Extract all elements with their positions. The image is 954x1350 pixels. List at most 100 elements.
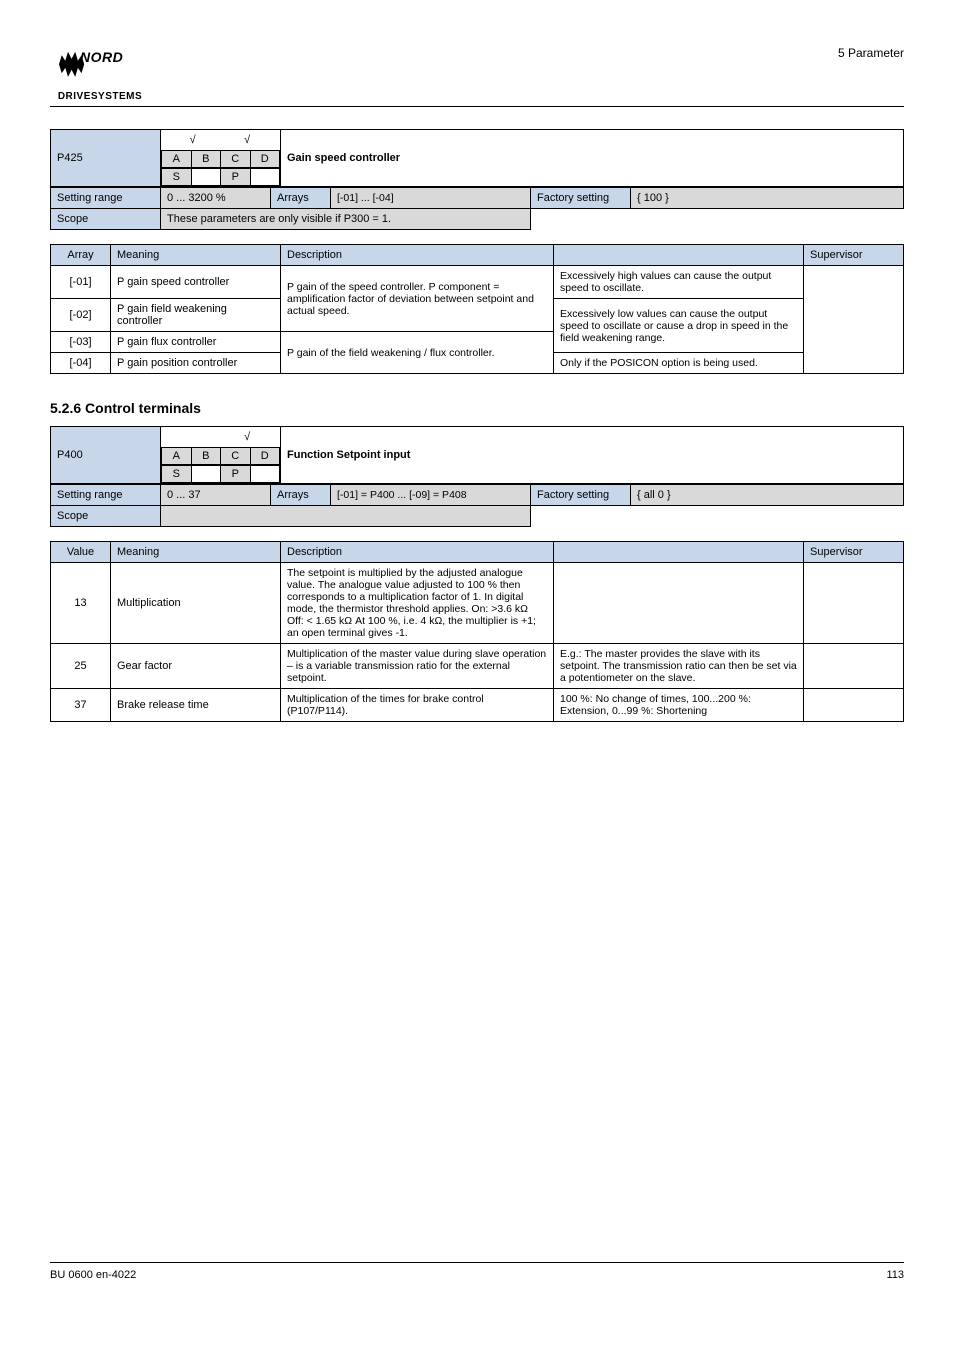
p425-r1-val: [-02] [51,299,111,332]
p400-r2-val: 37 [51,689,111,722]
p400-abc: A B C D [161,447,280,465]
header-rule [50,106,904,107]
p425-scope-value: These parameters are only visible if P30… [161,209,531,230]
p425-r0-meaning: P gain speed controller [111,266,281,299]
p400-r0-sup [804,563,904,644]
param-p425-header-table: P425 √ √ Gain speed controller A B C D [50,129,904,187]
hdr-meaning: Meaning [111,542,281,563]
abc-c: C [221,448,251,465]
p400-ticks: √ [161,427,281,448]
p425-tick1: √ [167,134,218,146]
p425-name: Gain speed controller [281,130,904,187]
p425-r0-desc1: P gain of the speed controller. P compon… [281,266,554,332]
p425-settings-table: Setting range 0 ... 3200 % Arrays [-01] … [50,187,904,230]
p425-meaning-table: Array Meaning Description Supervisor [-0… [50,244,904,374]
p425-arrays-label: Arrays [271,188,331,209]
abc-b: B [191,448,221,465]
p425-sup [804,266,904,374]
page-footer: BU 0600 en-4022 113 [50,1262,904,1281]
hdr-desc: Description [281,245,554,266]
p425-range-label: Setting range [51,188,161,209]
hdr-desc2 [554,542,804,563]
hdr-desc: Description [281,542,554,563]
p400-scope-value [161,506,531,527]
param-p425: P425 √ √ Gain speed controller A B C D [50,129,904,230]
p400-r0-meaning: Multiplication [111,563,281,644]
hdr-desc2 [554,245,804,266]
hdr-meaning: Meaning [111,245,281,266]
footer-right: 113 [886,1269,904,1281]
p425-sp: S P [161,168,280,186]
p400-r1-desc2: E.g.: The master provides the slave with… [554,644,804,689]
page-header: NORD DRIVESYSTEMS 5 Parameter [50,40,904,102]
p400-r1-desc1: Multiplication of the master value durin… [281,644,554,689]
p400-r2-desc1: Multiplication of the times for brake co… [281,689,554,722]
hdr-sup: Supervisor [804,542,904,563]
param-p400-header-table: P400 √ Function Setpoint input A B C D [50,426,904,484]
p400-meaning-table: Value Meaning Description Supervisor 13 … [50,541,904,722]
p425-abc: A B C D [161,150,280,168]
p425-ticks: √ √ [161,130,281,151]
p400-code: P400 [51,427,161,484]
abc-a: A [162,448,192,465]
sp-blank2 [250,466,280,483]
hdr-array: Value [51,542,111,563]
abc-a: A [162,151,192,168]
sp-blank2 [250,169,280,186]
p425-code: P425 [51,130,161,187]
p400-r1-meaning: Gear factor [111,644,281,689]
table-row: 13 Multiplication The setpoint is multip… [51,563,904,644]
table-row: 25 Gear factor Multiplication of the mas… [51,644,904,689]
p400-r1-val: 25 [51,644,111,689]
abc-c: C [221,151,251,168]
p425-r2-desc1: P gain of the field weakening / flux con… [281,332,554,374]
sp-s: S [162,169,192,186]
hdr-array: Array [51,245,111,266]
table-row: [-01] P gain speed controller P gain of … [51,266,904,299]
p425-r2-meaning: P gain flux controller [111,332,281,353]
p400-scope-label: Scope [51,506,161,527]
table-row: 37 Brake release time Multiplication of … [51,689,904,722]
p425-r1-meaning: P gain field weakening controller [111,299,281,332]
p425-r0-val: [-01] [51,266,111,299]
p400-name: Function Setpoint input [281,427,904,484]
p400-r1-sup [804,644,904,689]
brand-top: NORD [80,49,123,65]
hdr-sup: Supervisor [804,245,904,266]
sp-blank1 [191,169,221,186]
p400-range-value: 0 ... 37 [161,485,271,506]
brand-logo: NORD DRIVESYSTEMS [50,40,150,102]
p400-r0-desc2 [554,563,804,644]
p400-tick2: √ [221,431,272,443]
abc-b: B [191,151,221,168]
p425-r0-desc2: Excessively high values can cause the ou… [554,266,804,299]
p425-tick2: √ [221,134,272,146]
p400-range-label: Setting range [51,485,161,506]
p400-r2-desc2: 100 %: No change of times, 100...200 %: … [554,689,804,722]
abc-d: D [250,448,280,465]
p425-r2-desc2: Excessively low values can cause the out… [554,299,804,353]
brand-bottom: DRIVESYSTEMS [50,91,150,102]
p400-factory-value: { all 0 } [631,485,904,506]
sp-s: S [162,466,192,483]
p400-sp: S P [161,465,280,483]
p425-r3-meaning: P gain position controller [111,353,281,374]
p400-r2-meaning: Brake release time [111,689,281,722]
sp-p: P [221,466,251,483]
p400-arrays-label: Arrays [271,485,331,506]
footer-left: BU 0600 en-4022 [50,1269,136,1281]
p425-factory-value: { 100 } [631,188,904,209]
gear-icon: NORD [50,40,150,90]
p425-r3-val: [-04] [51,353,111,374]
p425-r3-desc2: Only if the POSICON option is being used… [554,353,804,374]
p400-r0-desc1: The setpoint is multiplied by the adjust… [281,563,554,644]
p400-factory-label: Factory setting [531,485,631,506]
sp-blank1 [191,466,221,483]
breadcrumb: 5 Parameter [838,46,904,60]
abc-d: D [250,151,280,168]
p425-scope-label: Scope [51,209,161,230]
param-p400: P400 √ Function Setpoint input A B C D [50,426,904,527]
p400-r0-val: 13 [51,563,111,644]
p425-arrays-value: [-01] ... [-04] [331,188,531,209]
p400-arrays-value: [-01] = P400 ... [-09] = P408 [331,485,531,506]
